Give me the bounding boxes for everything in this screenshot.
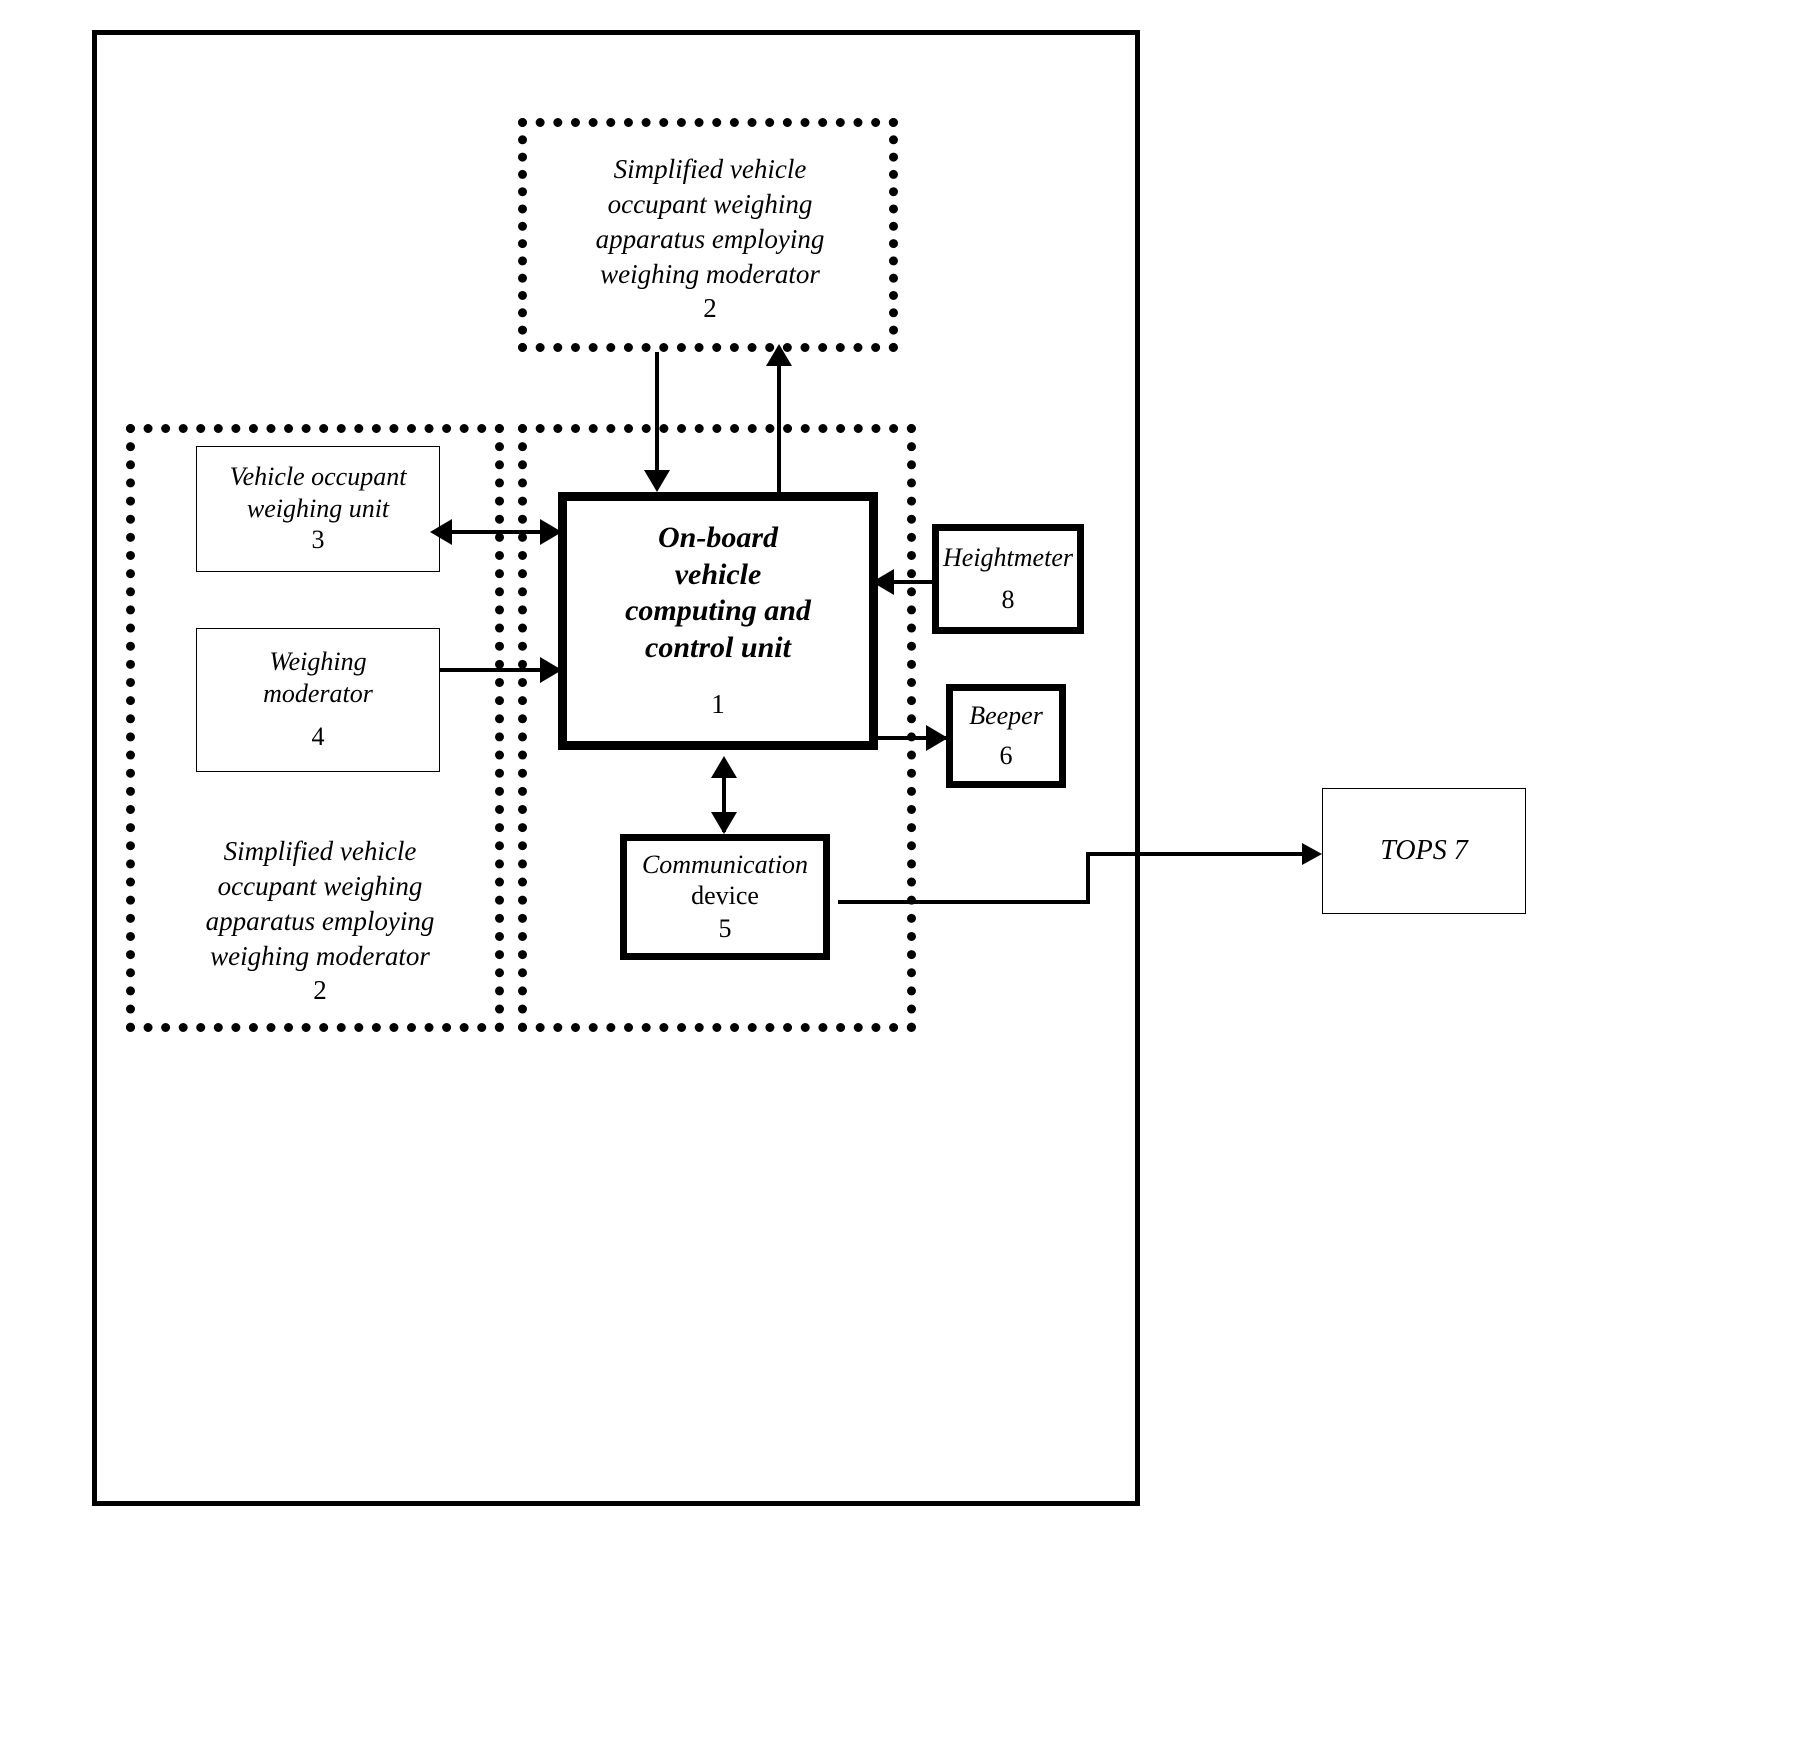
connector-communication-to-tops-segment-1 — [838, 900, 1088, 904]
onboard-line-4: control unit — [645, 630, 791, 664]
onboard-line-3: computing and — [625, 594, 811, 628]
weighing-moderator-line-1: Weighing — [269, 647, 367, 677]
heightmeter-line-1: Heightmeter — [943, 542, 1073, 572]
weighing-unit-line-2: weighing unit — [246, 493, 390, 523]
connector-onboard-to-beeper-arrowhead — [926, 725, 948, 751]
caption-line-1: Simplified vehicle — [613, 154, 807, 184]
connector-communication-to-tops-segment-3 — [1086, 852, 1310, 856]
caption-line-3: apparatus employing — [595, 224, 825, 255]
caption-ref: 2 — [703, 293, 717, 324]
caption-line-1: Simplified vehicle — [223, 836, 417, 866]
communication-line-1: Communication — [641, 849, 809, 879]
heightmeter-ref: 8 — [1001, 584, 1015, 614]
connector-heightmeter-arrowhead — [872, 569, 894, 595]
group-left-apparatus-caption: Simplified vehicle occupant weighing app… — [160, 834, 480, 1008]
connector-communication-to-tops-segment-2 — [1086, 852, 1090, 904]
caption-line-3: apparatus employing — [205, 906, 435, 937]
weighing-unit-line-1: Vehicle occupant — [229, 462, 407, 492]
communication-ref: 5 — [718, 913, 732, 943]
caption-line-2: occupant weighing — [217, 871, 423, 902]
block-tops[interactable]: TOPS 7 — [1322, 788, 1526, 914]
block-communication-device[interactable]: Communication device 5 — [620, 834, 830, 960]
connector-weighing-unit-arrowhead-left — [430, 519, 452, 545]
block-heightmeter[interactable]: Heightmeter 8 — [932, 524, 1084, 634]
tops-label: TOPS 7 — [1380, 834, 1468, 866]
onboard-line-1: On-board — [657, 520, 778, 554]
connector-communication-to-tops-arrowhead — [1302, 843, 1322, 865]
weighing-moderator-ref: 4 — [311, 722, 325, 752]
connector-weighing-moderator-arrowhead — [540, 657, 562, 683]
caption-line-4: weighing moderator — [210, 941, 430, 972]
block-weighing-moderator[interactable]: Weighing moderator 4 — [196, 628, 440, 772]
caption-ref: 2 — [313, 975, 327, 1006]
group-top-apparatus-caption: Simplified vehicle occupant weighing app… — [540, 152, 880, 326]
onboard-ref: 1 — [711, 689, 725, 720]
beeper-line-1: Beeper — [969, 700, 1043, 730]
block-beeper[interactable]: Beeper 6 — [946, 684, 1066, 788]
communication-line-2: device — [691, 881, 759, 911]
block-vehicle-occupant-weighing-unit[interactable]: Vehicle occupant weighing unit 3 — [196, 446, 440, 572]
onboard-line-2: vehicle — [674, 557, 762, 591]
connector-top-group-to-onboard-arrowhead — [644, 470, 670, 492]
connector-communication-arrowhead-up — [711, 756, 737, 778]
weighing-unit-ref: 3 — [311, 525, 325, 555]
connector-onboard-to-top-group-arrowhead — [766, 344, 792, 366]
weighing-moderator-line-2: moderator — [263, 678, 373, 708]
connector-weighing-unit-arrowhead-right — [540, 519, 562, 545]
beeper-ref: 6 — [999, 740, 1013, 770]
diagram-canvas: Simplified vehicle occupant weighing app… — [0, 0, 1816, 1764]
connector-communication-arrowhead-down — [711, 812, 737, 834]
connector-top-group-to-onboard-line — [655, 352, 659, 470]
connector-onboard-to-top-group-line — [777, 352, 781, 492]
caption-line-4: weighing moderator — [600, 259, 820, 290]
caption-line-2: occupant weighing — [607, 189, 813, 220]
block-onboard-computing-control-unit[interactable]: On-board vehicle computing and control u… — [558, 492, 878, 750]
